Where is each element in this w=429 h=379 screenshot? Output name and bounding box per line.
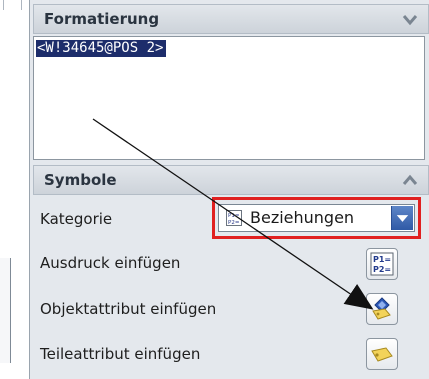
- svg-text:P1=: P1=: [228, 213, 240, 219]
- teileattribut-einfuegen-button[interactable]: [366, 338, 398, 370]
- formatierung-selected-text[interactable]: <W!34645@POS 2>: [36, 40, 167, 57]
- symbole-title: Symbole: [44, 171, 117, 189]
- kategorie-value: Beziehungen: [250, 208, 355, 227]
- formatierung-textarea[interactable]: <W!34645@POS 2>: [33, 36, 425, 160]
- p1-p2-icon: P1= P2=: [370, 252, 394, 276]
- object-attribute-icon: [372, 297, 391, 320]
- ausdruck-einfuegen-label: Ausdruck einfügen: [40, 254, 181, 272]
- left-panel-edge: [0, 258, 11, 363]
- svg-text:P2=: P2=: [228, 220, 240, 226]
- properties-panel: Formatierung <W!34645@POS 2> Symbole Kat…: [29, 0, 429, 379]
- chevron-down-icon[interactable]: [400, 8, 420, 30]
- left-strip: [0, 0, 29, 379]
- objektattribut-einfuegen-button[interactable]: [366, 293, 398, 325]
- relations-icon: P1= P2=: [226, 210, 242, 226]
- symbole-header[interactable]: Symbole: [33, 165, 429, 195]
- kategorie-label: Kategorie: [40, 210, 113, 228]
- dropdown-arrow-icon[interactable]: [391, 206, 413, 230]
- left-tick: [3, 0, 4, 10]
- objektattribut-einfuegen-label: Objektattribut einfügen: [40, 300, 217, 318]
- part-attribute-icon: [371, 347, 393, 362]
- ausdruck-einfuegen-button[interactable]: P1= P2=: [366, 248, 398, 280]
- svg-text:P2=: P2=: [373, 265, 391, 274]
- left-tick: [21, 0, 22, 10]
- kategorie-dropdown[interactable]: P1= P2= Beziehungen: [218, 204, 415, 232]
- chevron-up-icon[interactable]: [400, 169, 420, 191]
- formatierung-header[interactable]: Formatierung: [33, 4, 429, 34]
- teileattribut-einfuegen-label: Teileattribut einfügen: [40, 345, 201, 363]
- formatierung-title: Formatierung: [44, 10, 160, 28]
- svg-text:P1=: P1=: [373, 255, 391, 264]
